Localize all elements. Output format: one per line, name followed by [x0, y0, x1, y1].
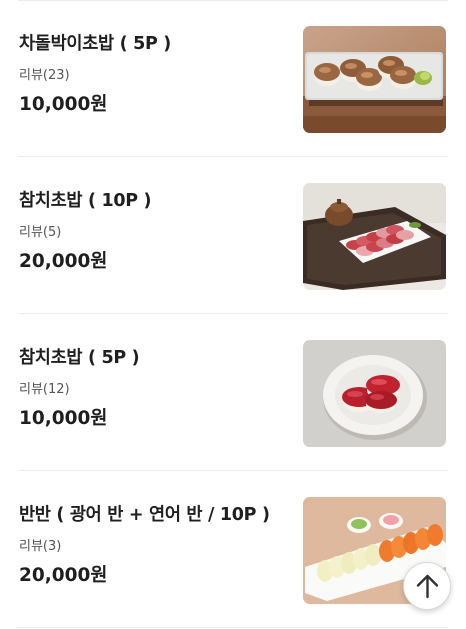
scroll-to-top-button[interactable] [403, 562, 451, 610]
tuna-sushi-10p-photo [303, 183, 446, 290]
menu-item-chadol-sushi-5p[interactable]: 차돌박이초밥 ( 5P ) 리뷰(23) 10,000원 [18, 0, 448, 157]
menu-item-half-half-10p[interactable]: 반반 ( 광어 반 + 연어 반 / 10P ) 리뷰(3) 20,000원 [18, 471, 448, 628]
arrow-up-icon [416, 574, 439, 599]
tuna-sushi-5p-photo [303, 340, 446, 447]
menu-item-review-count[interactable]: 리뷰(3) [19, 535, 61, 554]
menu-item-price: 20,000원 [19, 565, 108, 586]
menu-item-price: 10,000원 [19, 94, 108, 115]
menu-item-name: 참치초밥 ( 5P ) [19, 348, 140, 368]
menu-item-review-count[interactable]: 리뷰(5) [19, 221, 61, 240]
menu-item-price: 20,000원 [19, 251, 108, 272]
menu-item-tuna-sushi-10p[interactable]: 참치초밥 ( 10P ) 리뷰(5) 20,000원 [18, 157, 448, 314]
menu-item-name: 차돌박이초밥 ( 5P ) [19, 34, 171, 54]
menu-item-name: 참치초밥 ( 10P ) [19, 191, 152, 211]
menu-item-review-count[interactable]: 리뷰(12) [19, 378, 70, 397]
menu-item-tuna-sushi-5p[interactable]: 참치초밥 ( 5P ) 리뷰(12) 10,000원 [18, 314, 448, 471]
menu-item-photo[interactable] [303, 26, 446, 133]
menu-item-review-count[interactable]: 리뷰(23) [19, 64, 70, 83]
menu-item-price: 10,000원 [19, 408, 108, 429]
chadol-sushi-photo [303, 26, 446, 133]
menu-item-photo[interactable] [303, 340, 446, 447]
menu-item-name: 반반 ( 광어 반 + 연어 반 / 10P ) [19, 505, 270, 525]
menu-item-photo[interactable] [303, 183, 446, 290]
